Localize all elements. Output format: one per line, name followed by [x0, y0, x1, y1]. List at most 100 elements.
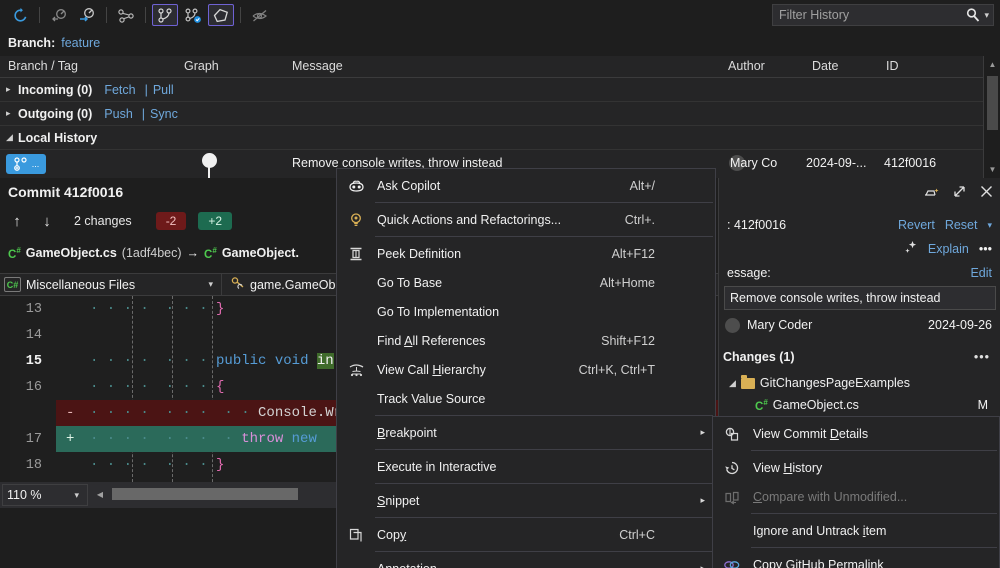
added-marker: + [66, 431, 74, 447]
menu-separator [375, 517, 713, 518]
column-header-graph[interactable]: Graph [184, 59, 219, 73]
menu-item-go-to-base[interactable]: Go To Base Alt+Home [337, 268, 715, 297]
show-remote-branches-icon[interactable] [180, 4, 206, 26]
commit-date-value: 2024-09-26 [928, 318, 992, 332]
column-header-id[interactable]: ID [886, 59, 899, 73]
chevron-down-icon[interactable]: ▾ [987, 220, 992, 231]
menu-item-label: Go To Base [377, 276, 442, 290]
menu-item-copy[interactable]: Copy Ctrl+C [337, 520, 715, 549]
call-hierarchy-icon [345, 359, 367, 381]
submenu-item-view-history[interactable]: View History [713, 453, 999, 482]
column-header-date[interactable]: Date [812, 59, 838, 73]
project-dropdown[interactable]: C# Miscellaneous Files ▾ [0, 273, 222, 296]
expander-icon[interactable]: ◢ [729, 378, 736, 389]
pull-icon[interactable] [74, 4, 100, 26]
next-change-button[interactable]: ↓ [38, 213, 56, 230]
outgoing-row[interactable]: ▸ Outgoing (0) Push | Sync [0, 102, 1000, 126]
panel-commit-id: : 412f0016 [727, 218, 786, 232]
file-name: GameObject.cs [773, 398, 859, 412]
history-icon [721, 457, 743, 479]
previous-change-button[interactable]: ↑ [8, 213, 26, 230]
menu-item-breakpoint[interactable]: Breakpoint ▸ [337, 418, 715, 447]
branch-commit-icon[interactable]: ... [6, 154, 46, 174]
push-link[interactable]: Push [104, 107, 133, 121]
changes-folder-row[interactable]: ◢ GitChangesPageExamples [729, 376, 910, 390]
menu-item-peek-definition[interactable]: Peek Definition Alt+F12 [337, 239, 715, 268]
changes-section-header: Changes (1) [723, 350, 795, 364]
close-icon[interactable] [979, 184, 994, 202]
pull-link[interactable]: Pull [153, 83, 174, 97]
menu-item-snippet[interactable]: Snippet ▸ [337, 486, 715, 515]
menu-item-shortcut: Ctrl+K, Ctrl+T [579, 363, 655, 377]
reset-button[interactable]: Reset [945, 218, 978, 232]
chevron-down-icon[interactable]: ▾ [984, 10, 989, 21]
menu-item-shortcut: Alt+/ [630, 179, 655, 193]
expander-icon[interactable]: ▸ [6, 108, 18, 119]
changes-file-row[interactable]: C# GameObject.cs [755, 398, 859, 413]
submenu-item-label: View Commit Details [753, 427, 868, 441]
scroll-down-icon[interactable]: ▼ [984, 161, 1000, 178]
chevron-down-icon[interactable]: ▾ [208, 279, 213, 290]
menu-item-ask-copilot[interactable]: Ask Copilot Alt+/ [337, 171, 715, 200]
submenu-item-view-commit-details[interactable]: View Commit Details [713, 419, 999, 448]
scroll-up-icon[interactable]: ▲ [984, 56, 1000, 73]
branch-graph-icon[interactable] [113, 4, 139, 26]
commit-author-name: Mary Coder [747, 318, 812, 332]
filter-history-input[interactable]: Filter History ▾ [772, 4, 994, 26]
menu-item-label: Go To Implementation [377, 305, 499, 319]
refresh-icon[interactable] [7, 4, 33, 26]
submenu-arrow-icon: ▸ [700, 563, 705, 568]
code-text: Console.Wr [258, 405, 342, 421]
chevron-down-icon[interactable]: ▾ [74, 490, 79, 501]
member-dropdown[interactable]: game.GameOb [222, 273, 339, 296]
branch-name[interactable]: feature [61, 36, 100, 50]
incoming-row[interactable]: ▸ Incoming (0) Fetch | Pull [0, 78, 1000, 102]
column-header-message[interactable]: Message [292, 59, 343, 73]
line-number: 18 [18, 458, 42, 473]
menu-item-quick-actions[interactable]: Quick Actions and Refactorings... Ctrl+. [337, 205, 715, 234]
pin-icon[interactable] [924, 185, 940, 202]
expander-icon[interactable]: ▸ [6, 84, 18, 95]
column-header-branch-tag[interactable]: Branch / Tag [8, 59, 78, 73]
show-tags-icon[interactable] [208, 4, 234, 26]
menu-item-track-value-source[interactable]: Track Value Source [337, 384, 715, 413]
commit-date: 2024-09-... [806, 156, 866, 170]
menu-item-view-call-hierarchy[interactable]: View Call Hierarchy Ctrl+K, Ctrl+T [337, 355, 715, 384]
menu-item-annotation[interactable]: Annotation ▸ [337, 554, 715, 568]
sync-link[interactable]: Sync [150, 107, 178, 121]
menu-item-find-all-references[interactable]: Find All References Shift+F12 [337, 326, 715, 355]
commit-message-field[interactable]: Remove console writes, throw instead [724, 286, 996, 310]
more-options-button[interactable]: ••• [979, 242, 992, 256]
history-vertical-scrollbar[interactable]: ▲ ▼ [983, 56, 1000, 178]
fetch-link[interactable]: Fetch [104, 83, 135, 97]
line-number: 14 [18, 328, 42, 343]
menu-separator [751, 513, 997, 514]
show-graph-icon[interactable] [152, 4, 178, 26]
history-column-headers: Branch / Tag Graph Message Author Date I… [0, 56, 1000, 78]
changes-more-button[interactable]: ••• [974, 350, 990, 364]
scrollbar-thumb[interactable] [987, 76, 998, 130]
submenu-item-copy-github-permalink[interactable]: Copy GitHub Permalink [713, 550, 999, 568]
menu-item-execute-in-interactive[interactable]: Execute in Interactive [337, 452, 715, 481]
local-history-row[interactable]: ◢ Local History [0, 126, 1000, 150]
menu-item-label: Snippet [377, 494, 419, 508]
menu-item-shortcut: Alt+Home [600, 276, 655, 290]
maximize-icon[interactable] [952, 184, 967, 202]
hide-icon[interactable] [247, 4, 273, 26]
scrollbar-thumb[interactable] [112, 488, 298, 500]
scroll-left-icon[interactable]: ◀ [92, 486, 108, 502]
zoom-level-dropdown[interactable]: 110 % ▾ [2, 484, 88, 506]
explain-button[interactable]: Explain [928, 242, 969, 256]
commit-id: 412f0016 [884, 156, 936, 170]
column-header-author[interactable]: Author [728, 59, 765, 73]
fetch-icon[interactable] [46, 4, 72, 26]
filter-history-placeholder: Filter History [779, 8, 965, 22]
menu-item-go-to-implementation[interactable]: Go To Implementation [337, 297, 715, 326]
edit-message-button[interactable]: Edit [970, 266, 992, 280]
submenu-item-ignore-and-untrack[interactable]: Ignore and Untrack item [713, 516, 999, 545]
menu-item-label: Quick Actions and Refactorings... [377, 213, 561, 227]
search-icon[interactable] [965, 7, 981, 23]
expander-icon[interactable]: ◢ [6, 132, 18, 143]
toolbar-separator [106, 7, 107, 23]
revert-button[interactable]: Revert [898, 218, 935, 232]
